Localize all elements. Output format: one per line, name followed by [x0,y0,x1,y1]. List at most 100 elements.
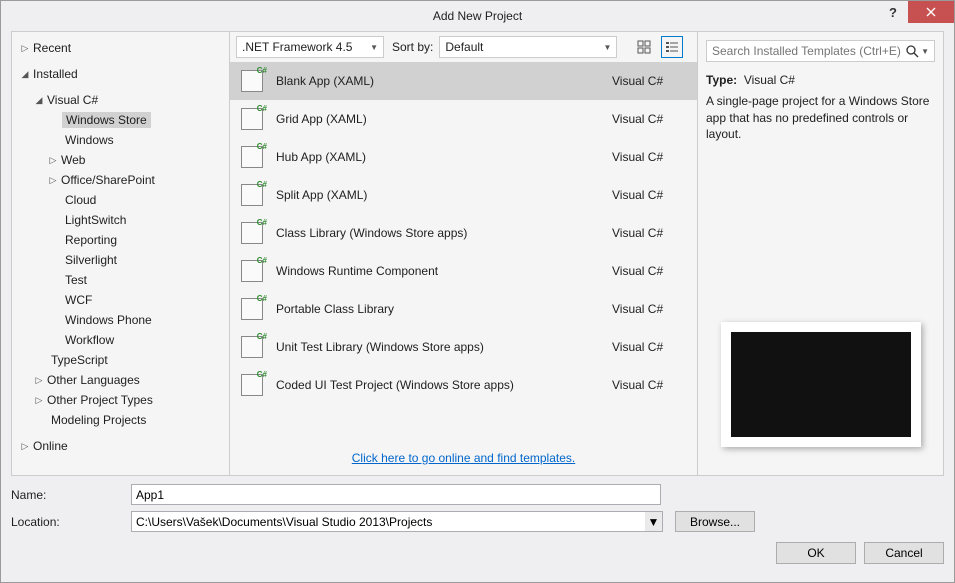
template-icon: C# [240,297,264,321]
chevron-down-icon: ▼ [364,43,378,52]
chevron-right-icon: ▷ [20,43,30,54]
template-row[interactable]: C# Split App (XAML)Visual C# [230,176,697,214]
template-language: Visual C# [612,302,687,316]
template-language: Visual C# [612,226,687,240]
template-name: Grid App (XAML) [276,112,612,126]
template-icon: C# [240,183,264,207]
tree-other-project-types[interactable]: ▷Other Project Types [12,390,229,410]
template-row[interactable]: C# Unit Test Library (Windows Store apps)… [230,328,697,366]
framework-value: .NET Framework 4.5 [242,40,352,54]
template-description: Type: Visual C# A single-page project fo… [706,72,935,143]
chevron-right-icon: ▷ [20,441,30,452]
template-language: Visual C# [612,378,687,392]
template-language: Visual C# [612,150,687,164]
tree-workflow[interactable]: Workflow [12,330,229,350]
template-row[interactable]: C# Grid App (XAML)Visual C# [230,100,697,138]
template-row[interactable]: C# Blank App (XAML)Visual C# [230,62,697,100]
template-language: Visual C# [612,340,687,354]
tree-web[interactable]: ▷Web [12,150,229,170]
cancel-button[interactable]: Cancel [864,542,944,564]
chevron-right-icon: ▷ [48,155,58,166]
template-language: Visual C# [612,264,687,278]
sort-value: Default [445,40,483,54]
category-tree: ▷Recent ◢Installed ◢Visual C# Windows St… [12,32,230,475]
template-icon: C# [240,221,264,245]
tree-typescript[interactable]: TypeScript [12,350,229,370]
template-name: Blank App (XAML) [276,74,612,88]
template-language: Visual C# [612,188,687,202]
tree-lightswitch[interactable]: LightSwitch [12,210,229,230]
chevron-down-icon: ◢ [20,69,30,80]
close-button[interactable] [908,1,954,23]
tree-recent[interactable]: ▷Recent [12,38,229,58]
tree-modeling-projects[interactable]: Modeling Projects [12,410,229,430]
chevron-right-icon: ▷ [34,395,44,406]
template-row[interactable]: C# Coded UI Test Project (Windows Store a… [230,366,697,404]
location-label: Location: [11,515,131,529]
tree-online[interactable]: ▷Online [12,436,229,456]
tree-other-languages[interactable]: ▷Other Languages [12,370,229,390]
template-name: Coded UI Test Project (Windows Store app… [276,378,612,392]
template-icon: C# [240,107,264,131]
add-new-project-dialog: Add New Project ? ▷Recent ◢Installed ◢Vi… [0,0,955,583]
view-medium-icons-button[interactable] [633,36,655,58]
online-templates-link-area: Click here to go online and find templat… [230,441,697,475]
tree-wcf[interactable]: WCF [12,290,229,310]
search-icon [905,44,919,58]
chevron-right-icon: ▷ [34,375,44,386]
project-name-input[interactable] [131,484,661,505]
window-title: Add New Project [433,9,522,23]
template-language: Visual C# [612,112,687,126]
description-text: A single-page project for a Windows Stor… [706,94,929,142]
chevron-down-icon: ▼ [597,43,611,52]
online-templates-link[interactable]: Click here to go online and find templat… [352,451,575,465]
template-language: Visual C# [612,74,687,88]
chevron-down-icon: ◢ [34,95,44,106]
preview-image [731,332,911,437]
template-name: Split App (XAML) [276,188,612,202]
template-preview [721,322,921,447]
template-icon: C# [240,259,264,283]
template-icon: C# [240,145,264,169]
tree-reporting[interactable]: Reporting [12,230,229,250]
help-button[interactable]: ? [878,1,908,23]
ok-button[interactable]: OK [776,542,856,564]
tree-cloud[interactable]: Cloud [12,190,229,210]
sort-combo[interactable]: Default ▼ [439,36,617,58]
browse-button[interactable]: Browse... [675,511,755,532]
template-icon: C# [240,69,264,93]
tree-visual-csharp[interactable]: ◢Visual C# [12,90,229,110]
location-dropdown-button[interactable]: ▼ [645,511,663,532]
framework-combo[interactable]: .NET Framework 4.5 ▼ [236,36,384,58]
template-name: Portable Class Library [276,302,612,316]
template-name: Unit Test Library (Windows Store apps) [276,340,612,354]
type-label: Type: [706,73,737,87]
tree-windows-store[interactable]: Windows Store [12,110,229,130]
tree-windows-phone[interactable]: Windows Phone [12,310,229,330]
tree-windows[interactable]: Windows [12,130,229,150]
view-list-button[interactable] [661,36,683,58]
template-row[interactable]: C# Portable Class LibraryVisual C# [230,290,697,328]
template-icon: C# [240,373,264,397]
location-input[interactable] [131,511,645,532]
template-row[interactable]: C# Class Library (Windows Store apps)Visu… [230,214,697,252]
template-name: Hub App (XAML) [276,150,612,164]
search-input[interactable] [712,44,905,58]
titlebar: Add New Project ? [1,1,954,31]
type-value: Visual C# [744,73,795,87]
sort-label: Sort by: [392,40,433,54]
template-name: Windows Runtime Component [276,264,612,278]
chevron-right-icon: ▷ [48,175,58,186]
tree-installed[interactable]: ◢Installed [12,64,229,84]
search-templates-box[interactable]: ▼ [706,40,935,62]
chevron-down-icon: ▼ [921,47,929,56]
tree-office-sharepoint[interactable]: ▷Office/SharePoint [12,170,229,190]
template-list: C#Blank App (XAML)Visual C#C#Grid App (X… [230,62,697,441]
template-icon: C# [240,335,264,359]
template-row[interactable]: C# Hub App (XAML)Visual C# [230,138,697,176]
template-row[interactable]: C# Windows Runtime ComponentVisual C# [230,252,697,290]
tree-test[interactable]: Test [12,270,229,290]
tree-silverlight[interactable]: Silverlight [12,250,229,270]
chevron-down-icon: ▼ [648,515,660,529]
template-name: Class Library (Windows Store apps) [276,226,612,240]
